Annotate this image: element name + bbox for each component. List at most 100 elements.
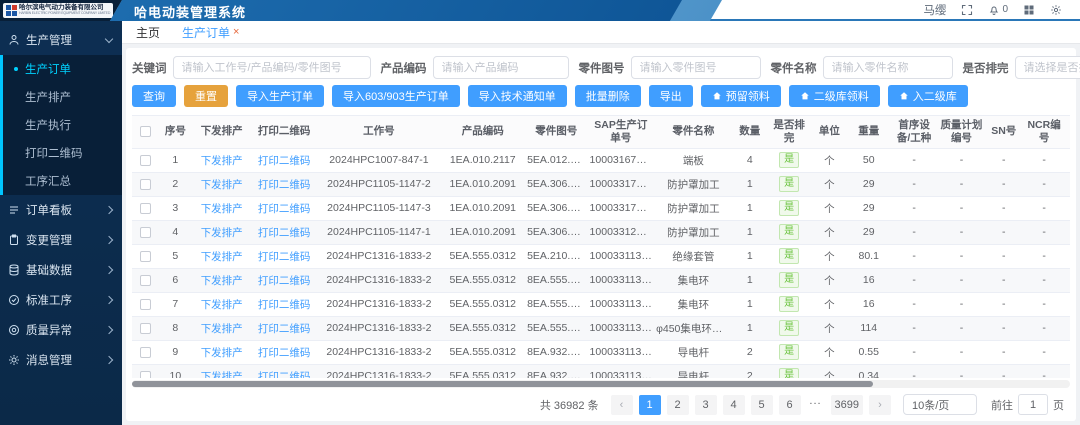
issue-production-link[interactable]: 下发排产: [201, 299, 243, 311]
cell-work-no: 2024HPC1316-1833-2: [317, 340, 440, 364]
row-checkbox[interactable]: [140, 227, 151, 238]
print-qrcode-link[interactable]: 打印二维码: [258, 227, 311, 239]
cell-work-no: 2024HPC1316-1833-2: [317, 292, 440, 316]
print-qrcode-link[interactable]: 打印二维码: [258, 275, 311, 287]
scrollbar-thumb[interactable]: [132, 381, 873, 387]
page-button[interactable]: 3699: [831, 395, 863, 415]
page-size-select[interactable]: [903, 394, 977, 415]
sidebar-group-standard-process[interactable]: 标准工序: [0, 285, 122, 315]
page-button[interactable]: 3: [695, 395, 717, 415]
sidebar-item-production-scheduling[interactable]: 生产排产: [3, 83, 122, 111]
grid-icon[interactable]: [1023, 4, 1035, 16]
row-checkbox[interactable]: [140, 179, 151, 190]
issue-production-link[interactable]: 下发排产: [201, 251, 243, 263]
sidebar-group-change-mgmt[interactable]: 变更管理: [0, 225, 122, 255]
query-button[interactable]: 查询: [132, 85, 176, 107]
row-checkbox[interactable]: [140, 203, 151, 214]
print-qrcode-link[interactable]: 打印二维码: [258, 155, 311, 167]
keyword-input[interactable]: [173, 56, 371, 79]
import-production-order-button[interactable]: 导入生产订单: [236, 85, 324, 107]
export-button[interactable]: 导出: [649, 85, 693, 107]
cell-issue: 下发排产: [192, 148, 250, 172]
scheduled-badge: 是: [779, 152, 799, 168]
fullscreen-icon[interactable]: [961, 4, 973, 16]
tab-production-order[interactable]: 生产订单 ×: [182, 24, 239, 41]
page-button[interactable]: 5: [751, 395, 773, 415]
sidebar-group-production-mgmt[interactable]: 生产管理: [0, 25, 122, 55]
issue-production-link[interactable]: 下发排产: [201, 155, 243, 167]
cell-product-code: 5EA.555.0312: [440, 244, 525, 268]
sidebar-item-production-execution[interactable]: 生产执行: [3, 111, 122, 139]
print-qrcode-link[interactable]: 打印二维码: [258, 347, 311, 359]
cell-ncr-no: -: [1023, 340, 1065, 364]
select-all-checkbox[interactable]: [140, 126, 151, 137]
next-page-button[interactable]: ›: [869, 395, 891, 415]
secondary-warehouse-picking-button[interactable]: 二级库领料: [789, 85, 880, 107]
print-qrcode-link[interactable]: 打印二维码: [258, 299, 311, 311]
row-checkbox[interactable]: [140, 347, 151, 358]
bell-icon[interactable]: 0: [988, 4, 1008, 16]
row-checkbox[interactable]: [140, 323, 151, 334]
sidebar-group-base-data[interactable]: 基础数据: [0, 255, 122, 285]
tab-home[interactable]: 主页: [136, 24, 160, 41]
horizontal-scrollbar[interactable]: [132, 380, 1070, 388]
issue-production-link[interactable]: 下发排产: [201, 203, 243, 215]
print-qrcode-link[interactable]: 打印二维码: [258, 179, 311, 191]
issue-production-link[interactable]: 下发排产: [201, 227, 243, 239]
product-code-input[interactable]: [433, 56, 569, 79]
print-qrcode-link[interactable]: 打印二维码: [258, 203, 311, 215]
row-checkbox[interactable]: [140, 299, 151, 310]
page-button[interactable]: 6: [779, 395, 801, 415]
row-checkbox[interactable]: [140, 155, 151, 166]
col-part-no: 零件图号: [525, 116, 587, 148]
issue-production-link[interactable]: 下发排产: [201, 323, 243, 335]
cell-scheduled: 是: [767, 244, 811, 268]
sidebar-group-order-board[interactable]: 订单看板: [0, 195, 122, 225]
print-qrcode-link[interactable]: 打印二维码: [258, 251, 311, 263]
sidebar-group-quality-exception[interactable]: 质量异常: [0, 315, 122, 345]
into-secondary-warehouse-button[interactable]: 入二级库: [888, 85, 968, 107]
cell-part-name: 防护罩加工: [654, 196, 733, 220]
part-no-input[interactable]: [631, 56, 761, 79]
cell-part-no: 5EA.555.0312: [525, 316, 587, 340]
page-button[interactable]: 2: [667, 395, 689, 415]
cell-no: 1: [158, 148, 192, 172]
cell-quality-plan-no: -: [938, 340, 984, 364]
sidebar-group-message-mgmt[interactable]: 消息管理: [0, 345, 122, 375]
sidebar-item-print-qrcode[interactable]: 打印二维码: [3, 139, 122, 167]
reserved-picking-button[interactable]: 预留领料: [701, 85, 781, 107]
goto-page-input[interactable]: [1018, 394, 1048, 415]
sidebar-item-process-summary[interactable]: 工序汇总: [3, 167, 122, 195]
batch-delete-button[interactable]: 批量删除: [575, 85, 641, 107]
cell-product-code: 5EA.555.0312: [440, 340, 525, 364]
sidebar-item-production-order[interactable]: 生产订单: [3, 55, 122, 83]
col-scheduled: 是否排完: [767, 116, 811, 148]
page-button[interactable]: 1: [639, 395, 661, 415]
part-name-input[interactable]: [823, 56, 953, 79]
reset-button[interactable]: 重置: [184, 85, 228, 107]
row-checkbox[interactable]: [140, 371, 151, 378]
import-603-903-order-button[interactable]: 导入603/903生产订单: [332, 85, 460, 107]
gear-icon[interactable]: [1050, 4, 1062, 16]
page-ellipsis[interactable]: ...: [807, 395, 825, 415]
row-checkbox[interactable]: [140, 275, 151, 286]
cell-unit: 个: [811, 172, 847, 196]
import-tech-notice-button[interactable]: 导入技术通知单: [468, 85, 567, 107]
close-icon[interactable]: ×: [233, 26, 239, 38]
print-qrcode-link[interactable]: 打印二维码: [258, 323, 311, 335]
sidebar-group-label: 消息管理: [26, 352, 100, 368]
cell-qty: 1: [733, 196, 767, 220]
page-button[interactable]: 4: [723, 395, 745, 415]
house-icon: [899, 91, 909, 101]
issue-production-link[interactable]: 下发排产: [201, 275, 243, 287]
scheduled-select[interactable]: [1015, 56, 1080, 79]
cell-quality-plan-no: -: [938, 292, 984, 316]
issue-production-link[interactable]: 下发排产: [201, 179, 243, 191]
cell-checkbox: [132, 364, 158, 378]
print-qrcode-link[interactable]: 打印二维码: [258, 371, 311, 379]
issue-production-link[interactable]: 下发排产: [201, 347, 243, 359]
prev-page-button[interactable]: ‹: [611, 395, 633, 415]
issue-production-link[interactable]: 下发排产: [201, 371, 243, 379]
username[interactable]: 马缨: [923, 2, 946, 18]
row-checkbox[interactable]: [140, 251, 151, 262]
